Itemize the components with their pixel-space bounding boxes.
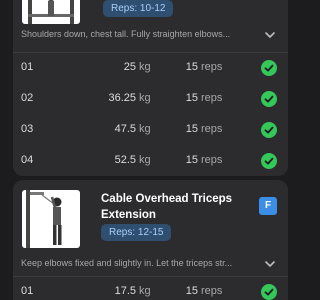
- reps-range-pill: Reps: 10-12: [103, 0, 174, 17]
- set-weight: 47.5: [114, 123, 136, 135]
- check-circle-icon[interactable]: [261, 122, 277, 138]
- set-row[interactable]: 03 47.5 kg 15 reps: [13, 120, 288, 140]
- check-circle-icon[interactable]: [261, 91, 277, 107]
- set-row[interactable]: 01 25 kg 15 reps: [13, 58, 288, 78]
- set-weight-unit: kg: [139, 285, 151, 297]
- set-reps-unit: reps: [201, 123, 223, 135]
- reps-range-pill: Reps: 12-15: [101, 224, 172, 241]
- set-reps: 15: [185, 123, 198, 135]
- set-reps: 15: [185, 92, 198, 104]
- set-weight: 25: [123, 61, 136, 73]
- set-reps: 15: [185, 61, 198, 73]
- divider: [13, 52, 288, 53]
- set-row[interactable]: 04 52.5 kg 15 reps: [13, 151, 288, 171]
- check-circle-icon[interactable]: [261, 60, 277, 76]
- set-weight: 52.5: [114, 154, 136, 166]
- set-reps-unit: reps: [201, 61, 223, 73]
- set-weight-unit: kg: [139, 154, 151, 166]
- set-number: 01: [21, 61, 34, 73]
- check-circle-icon[interactable]: [261, 284, 277, 300]
- exercise-card-2[interactable]: Cable Overhead Triceps Extension F Reps:…: [13, 180, 288, 300]
- set-weight-unit: kg: [139, 61, 151, 73]
- set-row[interactable]: 01 17.5 kg 15 reps: [13, 282, 288, 300]
- chevron-down-icon[interactable]: [263, 257, 277, 271]
- check-circle-icon[interactable]: [261, 153, 277, 169]
- set-reps-unit: reps: [201, 154, 223, 166]
- set-number: 01: [21, 285, 34, 297]
- exercise-note: Shoulders down, chest tall. Fully straig…: [21, 29, 231, 39]
- exercise-card-1[interactable]: Reps: 10-12 Shoulders down, chest tall. …: [13, 0, 288, 176]
- set-number: 04: [21, 154, 34, 166]
- exercise-title: Cable Overhead Triceps Extension: [101, 193, 233, 221]
- set-reps: 15: [185, 285, 198, 297]
- exercise-note-row[interactable]: Shoulders down, chest tall. Fully straig…: [13, 24, 288, 46]
- set-number: 03: [21, 123, 34, 135]
- exercise-badge: F: [259, 197, 277, 215]
- exercise-image-2: [22, 190, 80, 248]
- set-row[interactable]: 02 36.25 kg 15 reps: [13, 89, 288, 109]
- set-weight: 36.25: [108, 92, 136, 104]
- set-number: 02: [21, 92, 34, 104]
- chevron-down-icon[interactable]: [263, 28, 277, 42]
- divider: [13, 276, 288, 277]
- set-reps-unit: reps: [201, 285, 223, 297]
- exercise-note: Keep elbows fixed and slightly in. Let t…: [21, 258, 233, 268]
- set-weight-unit: kg: [139, 92, 151, 104]
- set-reps-unit: reps: [201, 92, 223, 104]
- exercise-note-row[interactable]: Keep elbows fixed and slightly in. Let t…: [13, 253, 288, 275]
- set-reps: 15: [185, 154, 198, 166]
- exercise-image-1: [22, 0, 80, 24]
- set-weight: 17.5: [114, 285, 136, 297]
- set-weight-unit: kg: [139, 123, 151, 135]
